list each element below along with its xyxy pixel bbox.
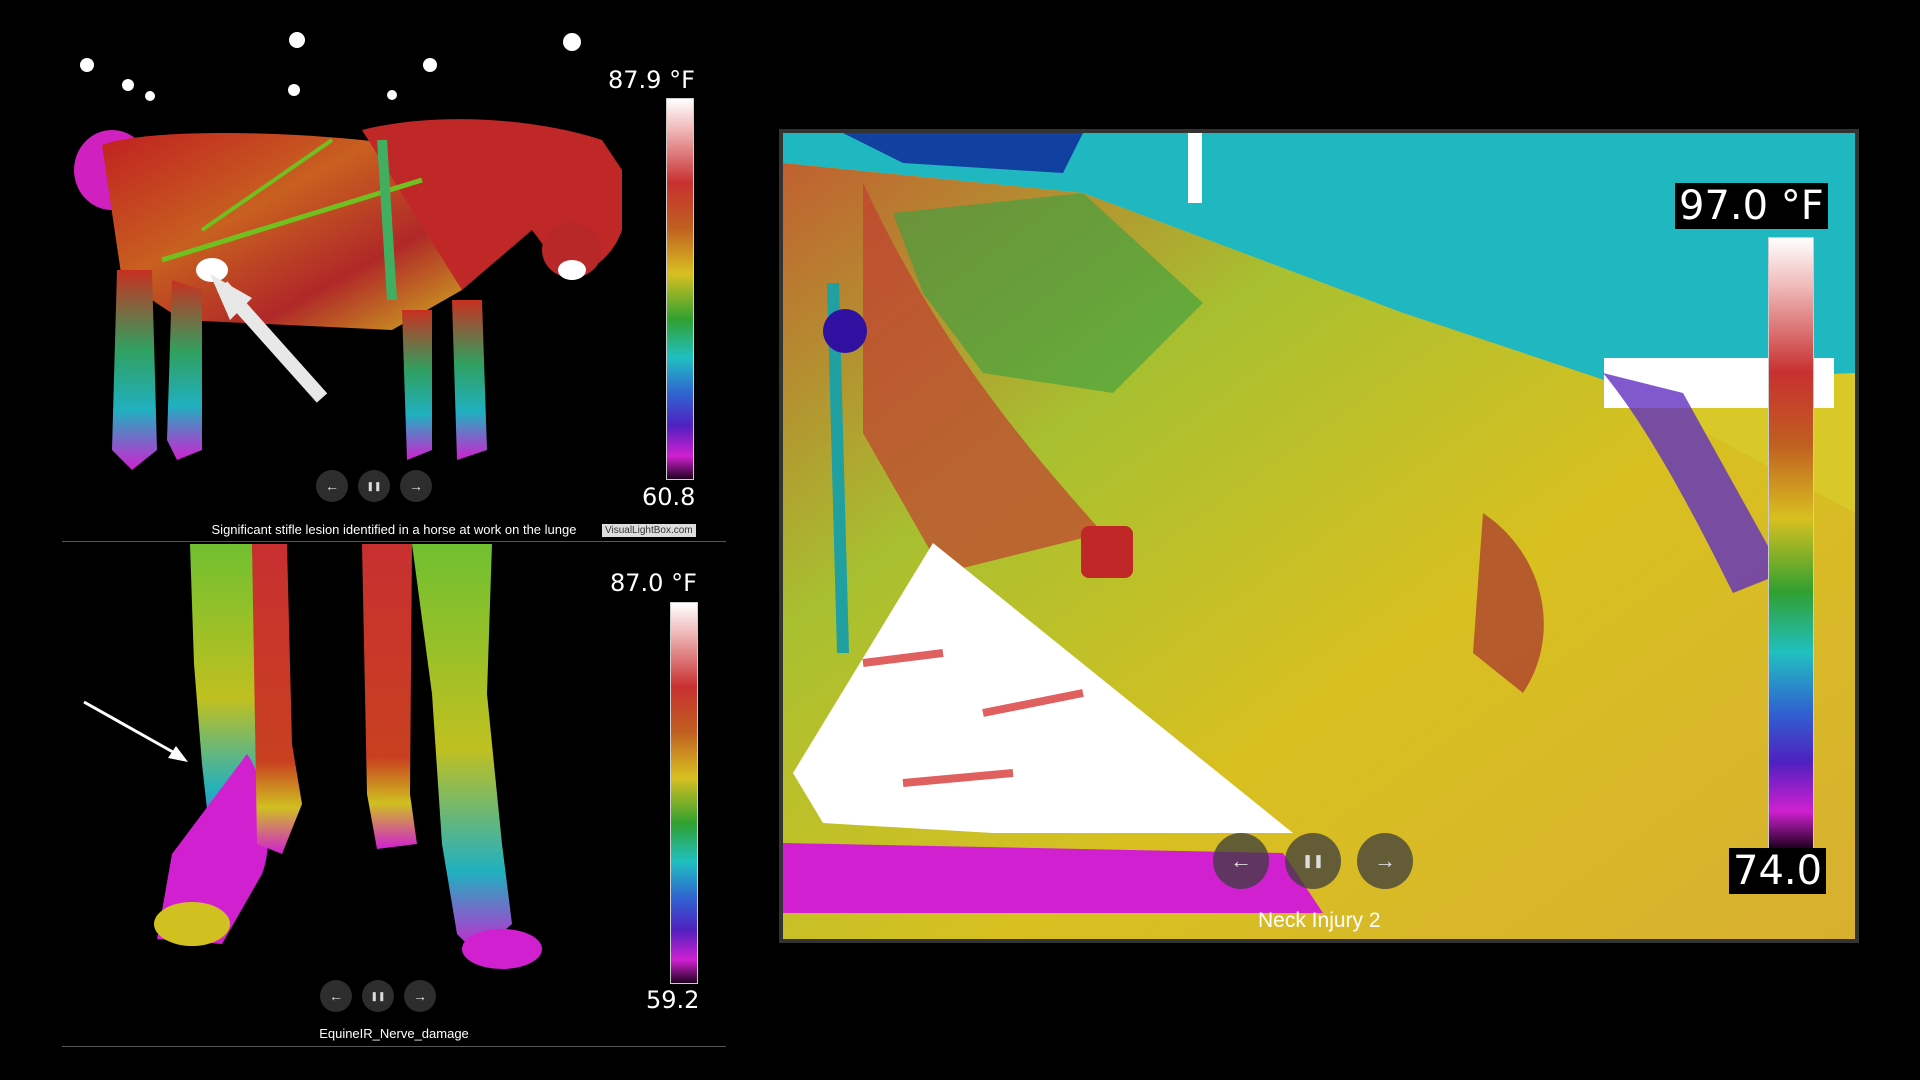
panel-divider (62, 541, 726, 542)
pause-button[interactable]: ❚❚ (358, 470, 390, 502)
thermal-image-nerve (83, 544, 542, 969)
arrow-left-icon: ← (325, 478, 339, 494)
scale-min-label: 59.2 (646, 986, 700, 1014)
prev-button[interactable]: ← (316, 470, 348, 502)
prev-button[interactable]: ← (320, 980, 352, 1012)
arrow-left-icon: ← (1230, 848, 1252, 873)
pause-icon: ❚❚ (370, 990, 386, 1001)
pause-button[interactable]: ❚❚ (1285, 833, 1341, 889)
arrow-left-icon: ← (329, 988, 343, 1004)
pause-button[interactable]: ❚❚ (362, 980, 394, 1012)
thermal-panel-nerve: 87.0 °F 59.2 ← ❚❚ → EquineIR_Nerve_damag… (62, 544, 726, 1046)
slideshow-controls: ← ❚❚ → (320, 980, 436, 1012)
scale-min-label: 60.8 (642, 483, 696, 511)
temperature-scale-bar (670, 602, 698, 984)
credit-link[interactable]: VisualLightBox.com (602, 524, 696, 537)
prev-button[interactable]: ← (1213, 833, 1269, 889)
next-button[interactable]: → (404, 980, 436, 1012)
scale-min-label: 74.0 (1729, 848, 1827, 894)
scale-max-label: 87.9 °F (608, 66, 695, 94)
next-button[interactable]: → (1357, 833, 1413, 889)
pause-icon: ❚❚ (366, 480, 382, 491)
arrow-right-icon: → (1374, 848, 1396, 873)
arrow-right-icon: → (409, 478, 423, 494)
thermal-panel-stifle: 87.9 °F 60.8 ← ❚❚ → Significant stifle l… (62, 30, 726, 540)
thermal-panel-neck: 97.0 °F 74.0 ← ❚❚ → Neck Injury 2 (779, 129, 1859, 943)
panel-divider (62, 1046, 726, 1047)
temperature-scale-bar (1768, 237, 1814, 849)
scale-max-label: 97.0 °F (1675, 183, 1828, 229)
scale-max-label: 87.0 °F (610, 569, 697, 597)
slide-caption: Neck Injury 2 (1258, 909, 1381, 932)
slide-caption: EquineIR_Nerve_damage (319, 1026, 469, 1041)
slideshow-controls: ← ❚❚ → (316, 470, 432, 502)
thermal-image-stifle (74, 32, 622, 470)
temperature-scale-bar (666, 98, 694, 480)
pause-icon: ❚❚ (1302, 853, 1324, 868)
arrow-right-icon: → (413, 988, 427, 1004)
thermal-image-neck (783, 133, 1855, 939)
next-button[interactable]: → (400, 470, 432, 502)
slideshow-controls: ← ❚❚ → (1213, 833, 1413, 889)
